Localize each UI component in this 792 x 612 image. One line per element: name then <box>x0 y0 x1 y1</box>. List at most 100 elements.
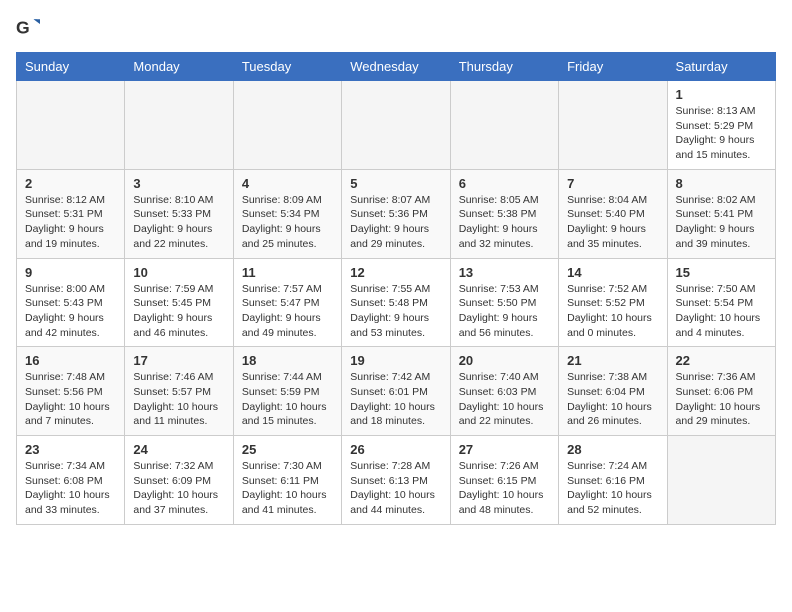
day-number: 18 <box>242 353 333 368</box>
week-row-2: 9 Sunrise: 8:00 AM Sunset: 5:43 PM Daylig… <box>17 258 776 347</box>
header: G <box>16 16 776 40</box>
day-info: Sunrise: 7:38 AM Sunset: 6:04 PM Dayligh… <box>567 370 658 429</box>
weekday-header-wednesday: Wednesday <box>342 53 450 81</box>
calendar-cell: 21 Sunrise: 7:38 AM Sunset: 6:04 PM Dayli… <box>559 347 667 436</box>
day-info: Sunrise: 7:28 AM Sunset: 6:13 PM Dayligh… <box>350 459 441 518</box>
calendar-cell: 2 Sunrise: 8:12 AM Sunset: 5:31 PM Daylig… <box>17 169 125 258</box>
day-number: 23 <box>25 442 116 457</box>
calendar-cell: 3 Sunrise: 8:10 AM Sunset: 5:33 PM Daylig… <box>125 169 233 258</box>
day-number: 12 <box>350 265 441 280</box>
day-number: 9 <box>25 265 116 280</box>
calendar-cell: 14 Sunrise: 7:52 AM Sunset: 5:52 PM Dayli… <box>559 258 667 347</box>
calendar-cell: 6Sunrise: 8:05 AM Sunset: 5:38 PM Daylig… <box>450 169 558 258</box>
calendar-cell: 26 Sunrise: 7:28 AM Sunset: 6:13 PM Dayli… <box>342 436 450 525</box>
day-number: 21 <box>567 353 658 368</box>
day-number: 11 <box>242 265 333 280</box>
day-number: 24 <box>133 442 224 457</box>
day-info: Sunrise: 7:36 AM Sunset: 6:06 PM Dayligh… <box>676 370 767 429</box>
day-info: Sunrise: 7:59 AM Sunset: 5:45 PM Dayligh… <box>133 282 224 341</box>
day-info: Sunrise: 7:30 AM Sunset: 6:11 PM Dayligh… <box>242 459 333 518</box>
day-info: Sunrise: 7:24 AM Sunset: 6:16 PM Dayligh… <box>567 459 658 518</box>
day-number: 7 <box>567 176 658 191</box>
day-info: Sunrise: 7:53 AM Sunset: 5:50 PM Dayligh… <box>459 282 550 341</box>
day-info: Sunrise: 8:07 AM Sunset: 5:36 PM Dayligh… <box>350 193 441 252</box>
calendar-cell <box>450 81 558 170</box>
calendar-cell: 1 Sunrise: 8:13 AM Sunset: 5:29 PM Daylig… <box>667 81 775 170</box>
weekday-header-sunday: Sunday <box>17 53 125 81</box>
day-info: Sunrise: 7:48 AM Sunset: 5:56 PM Dayligh… <box>25 370 116 429</box>
day-info: Sunrise: 7:32 AM Sunset: 6:09 PM Dayligh… <box>133 459 224 518</box>
calendar-cell: 18 Sunrise: 7:44 AM Sunset: 5:59 PM Dayli… <box>233 347 341 436</box>
calendar-cell: 23 Sunrise: 7:34 AM Sunset: 6:08 PM Dayli… <box>17 436 125 525</box>
day-number: 8 <box>676 176 767 191</box>
day-info: Sunrise: 7:57 AM Sunset: 5:47 PM Dayligh… <box>242 282 333 341</box>
day-number: 4 <box>242 176 333 191</box>
svg-text:G: G <box>16 18 30 38</box>
week-row-4: 23 Sunrise: 7:34 AM Sunset: 6:08 PM Dayli… <box>17 436 776 525</box>
calendar-cell: 12 Sunrise: 7:55 AM Sunset: 5:48 PM Dayli… <box>342 258 450 347</box>
calendar-cell: 24 Sunrise: 7:32 AM Sunset: 6:09 PM Dayli… <box>125 436 233 525</box>
calendar-cell: 11 Sunrise: 7:57 AM Sunset: 5:47 PM Dayli… <box>233 258 341 347</box>
day-number: 14 <box>567 265 658 280</box>
calendar-cell: 20Sunrise: 7:40 AM Sunset: 6:03 PM Dayli… <box>450 347 558 436</box>
day-number: 25 <box>242 442 333 457</box>
day-number: 2 <box>25 176 116 191</box>
day-info: Sunrise: 8:00 AM Sunset: 5:43 PM Dayligh… <box>25 282 116 341</box>
calendar-cell: 17 Sunrise: 7:46 AM Sunset: 5:57 PM Dayli… <box>125 347 233 436</box>
logo: G <box>16 16 44 40</box>
day-info: Sunrise: 8:13 AM Sunset: 5:29 PM Dayligh… <box>676 104 767 163</box>
day-number: 26 <box>350 442 441 457</box>
weekday-header-monday: Monday <box>125 53 233 81</box>
weekday-header-friday: Friday <box>559 53 667 81</box>
calendar-cell: 9 Sunrise: 8:00 AM Sunset: 5:43 PM Daylig… <box>17 258 125 347</box>
calendar-cell <box>17 81 125 170</box>
day-info: Sunrise: 7:42 AM Sunset: 6:01 PM Dayligh… <box>350 370 441 429</box>
day-info: Sunrise: 7:55 AM Sunset: 5:48 PM Dayligh… <box>350 282 441 341</box>
calendar-cell: 25 Sunrise: 7:30 AM Sunset: 6:11 PM Dayli… <box>233 436 341 525</box>
calendar-cell: 15 Sunrise: 7:50 AM Sunset: 5:54 PM Dayli… <box>667 258 775 347</box>
day-number: 10 <box>133 265 224 280</box>
day-info: Sunrise: 8:05 AM Sunset: 5:38 PM Dayligh… <box>459 193 550 252</box>
calendar-cell: 13 Sunrise: 7:53 AM Sunset: 5:50 PM Dayli… <box>450 258 558 347</box>
day-number: 27 <box>459 442 550 457</box>
calendar-cell: 19 Sunrise: 7:42 AM Sunset: 6:01 PM Dayli… <box>342 347 450 436</box>
calendar-cell: 27 Sunrise: 7:26 AM Sunset: 6:15 PM Dayli… <box>450 436 558 525</box>
calendar-cell: 7 Sunrise: 8:04 AM Sunset: 5:40 PM Daylig… <box>559 169 667 258</box>
day-number: 13 <box>459 265 550 280</box>
day-info: Sunrise: 8:02 AM Sunset: 5:41 PM Dayligh… <box>676 193 767 252</box>
day-info: Sunrise: 8:09 AM Sunset: 5:34 PM Dayligh… <box>242 193 333 252</box>
calendar-cell <box>125 81 233 170</box>
week-row-1: 2 Sunrise: 8:12 AM Sunset: 5:31 PM Daylig… <box>17 169 776 258</box>
day-number: 15 <box>676 265 767 280</box>
day-number: 22 <box>676 353 767 368</box>
calendar-cell: 5Sunrise: 8:07 AM Sunset: 5:36 PM Daylig… <box>342 169 450 258</box>
calendar-table: SundayMondayTuesdayWednesdayThursdayFrid… <box>16 52 776 525</box>
day-info: Sunrise: 7:44 AM Sunset: 5:59 PM Dayligh… <box>242 370 333 429</box>
weekday-header-saturday: Saturday <box>667 53 775 81</box>
day-info: Sunrise: 7:26 AM Sunset: 6:15 PM Dayligh… <box>459 459 550 518</box>
day-info: Sunrise: 7:52 AM Sunset: 5:52 PM Dayligh… <box>567 282 658 341</box>
day-number: 3 <box>133 176 224 191</box>
day-number: 19 <box>350 353 441 368</box>
day-info: Sunrise: 8:12 AM Sunset: 5:31 PM Dayligh… <box>25 193 116 252</box>
day-number: 20 <box>459 353 550 368</box>
day-info: Sunrise: 8:04 AM Sunset: 5:40 PM Dayligh… <box>567 193 658 252</box>
day-number: 17 <box>133 353 224 368</box>
calendar-cell: 10 Sunrise: 7:59 AM Sunset: 5:45 PM Dayli… <box>125 258 233 347</box>
day-info: Sunrise: 8:10 AM Sunset: 5:33 PM Dayligh… <box>133 193 224 252</box>
day-info: Sunrise: 7:50 AM Sunset: 5:54 PM Dayligh… <box>676 282 767 341</box>
weekday-header-row: SundayMondayTuesdayWednesdayThursdayFrid… <box>17 53 776 81</box>
weekday-header-tuesday: Tuesday <box>233 53 341 81</box>
calendar-cell <box>233 81 341 170</box>
calendar-cell: 22 Sunrise: 7:36 AM Sunset: 6:06 PM Dayli… <box>667 347 775 436</box>
day-number: 1 <box>676 87 767 102</box>
calendar-cell <box>667 436 775 525</box>
day-number: 28 <box>567 442 658 457</box>
day-info: Sunrise: 7:34 AM Sunset: 6:08 PM Dayligh… <box>25 459 116 518</box>
calendar-cell: 28 Sunrise: 7:24 AM Sunset: 6:16 PM Dayli… <box>559 436 667 525</box>
calendar-cell <box>559 81 667 170</box>
calendar-cell <box>342 81 450 170</box>
day-info: Sunrise: 7:46 AM Sunset: 5:57 PM Dayligh… <box>133 370 224 429</box>
day-number: 16 <box>25 353 116 368</box>
week-row-3: 16 Sunrise: 7:48 AM Sunset: 5:56 PM Dayli… <box>17 347 776 436</box>
